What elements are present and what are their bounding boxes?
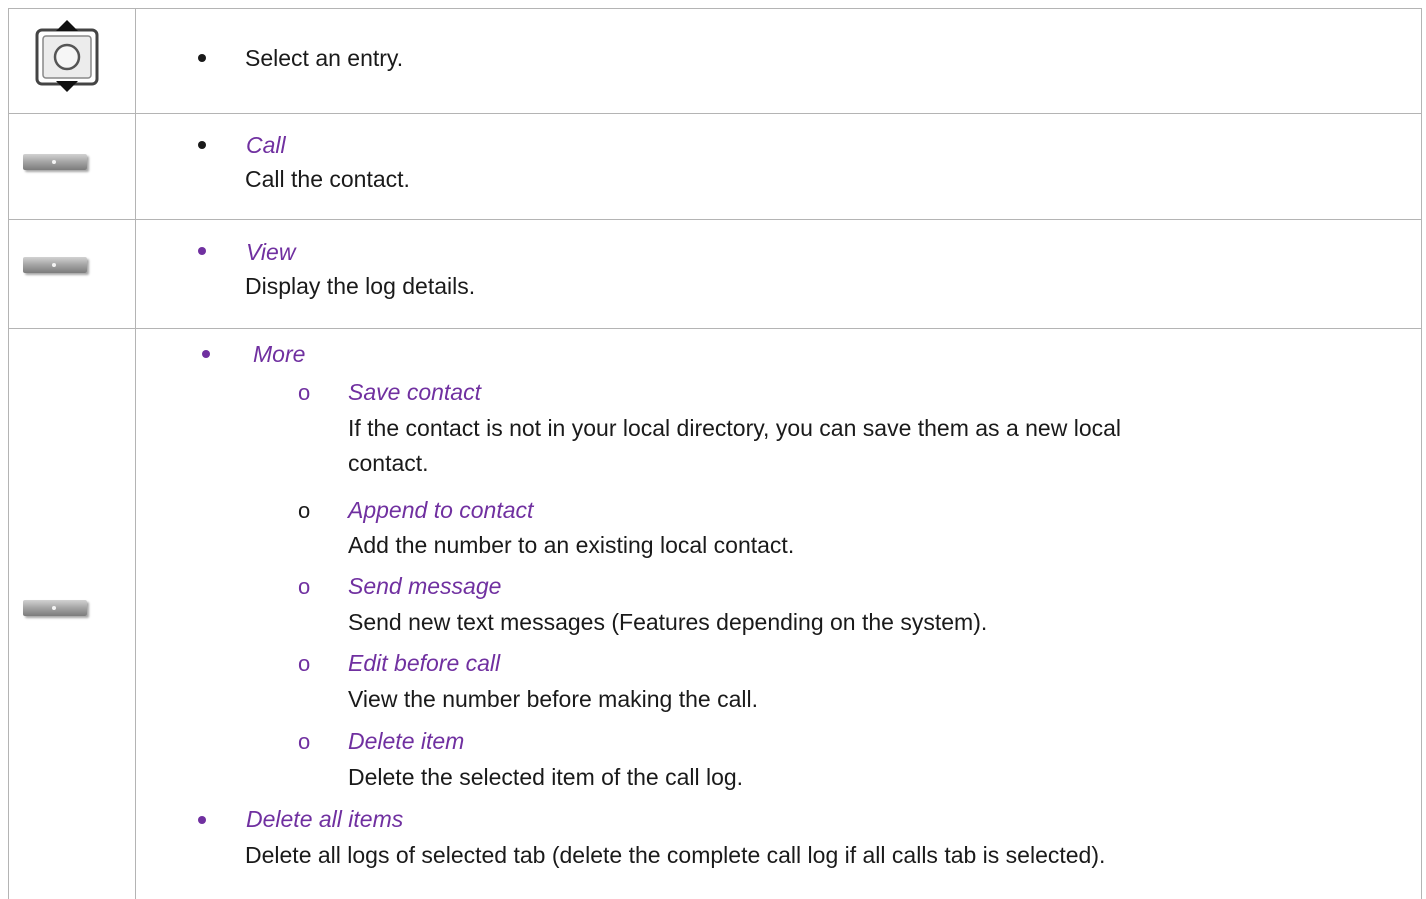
sub-bullet: o <box>298 729 311 754</box>
bullet <box>198 54 206 62</box>
option-description: If the contact is not in your local dire… <box>348 415 1122 441</box>
row-divider <box>8 113 1422 114</box>
bullet <box>198 141 206 149</box>
option-label: Delete item <box>348 728 465 754</box>
softkey-description: Call the contact. <box>245 166 410 192</box>
column-divider <box>135 8 136 899</box>
softkey-description: Display the log details. <box>245 273 476 299</box>
sub-bullet: o <box>298 574 311 599</box>
bullet <box>198 247 206 255</box>
sub-bullet: o <box>298 380 311 405</box>
option-description: Add the number to an existing local cont… <box>348 532 795 558</box>
sub-bullet: o <box>298 651 311 676</box>
option-description: contact. <box>348 450 429 476</box>
table-border-top <box>8 8 1422 9</box>
bullet <box>202 350 210 358</box>
bullet <box>198 816 206 824</box>
softkey-label: View <box>246 239 296 265</box>
option-description: Delete the selected item of the call log… <box>348 764 744 790</box>
instruction-table: Select an entry. Call Call the contact. … <box>8 8 1422 899</box>
softkey-icon <box>23 257 87 273</box>
row-divider <box>8 328 1422 329</box>
row-text: Select an entry. <box>245 45 404 71</box>
option-label: Edit before call <box>348 650 501 676</box>
sub-bullet: o <box>298 498 311 523</box>
softkey-icon <box>23 600 87 616</box>
softkey-label: Delete all items <box>246 806 404 832</box>
option-description: Send new text messages (Features dependi… <box>348 609 988 635</box>
option-label: Save contact <box>348 379 481 405</box>
option-label: Append to contact <box>348 497 534 523</box>
navigation-key-icon <box>35 20 99 92</box>
softkey-description: Delete all logs of selected tab (delete … <box>245 842 1106 868</box>
softkey-label: Call <box>246 132 286 158</box>
option-description: View the number before making the call. <box>348 686 758 712</box>
softkey-icon <box>23 154 87 170</box>
row-divider <box>8 219 1422 220</box>
table-border-left <box>8 8 9 899</box>
table-border-right <box>1421 8 1422 899</box>
option-label: Send message <box>348 573 502 599</box>
softkey-label: More <box>253 341 306 367</box>
